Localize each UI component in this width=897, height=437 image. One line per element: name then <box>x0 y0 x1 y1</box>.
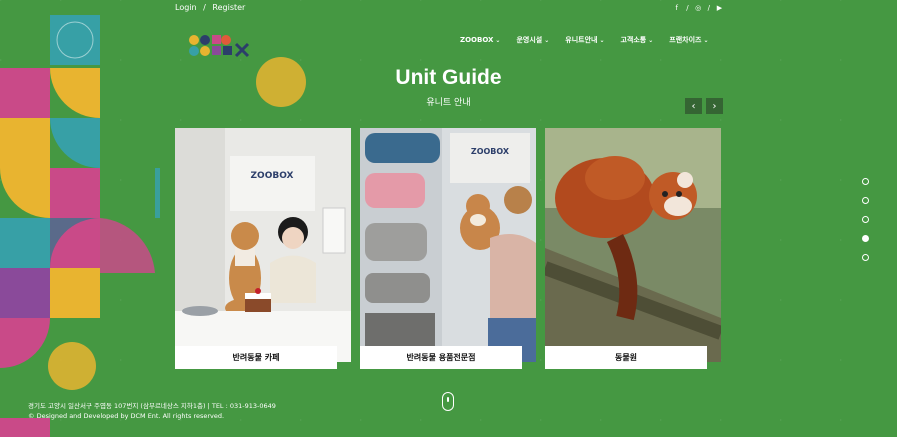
card-label[interactable]: 동물원 <box>545 346 707 369</box>
pagination-dot[interactable] <box>862 178 869 185</box>
social-separator: / <box>707 4 710 12</box>
page-title: Unit Guide <box>395 66 502 89</box>
next-arrow-button[interactable]: › <box>706 98 723 114</box>
nav-label: ZOOBOX <box>460 36 494 44</box>
nav-label: 운영시설 <box>516 36 543 44</box>
prev-arrow-button[interactable]: ‹ <box>685 98 702 114</box>
footer: 경기도 고양시 일산서구 주엽동 107번지 (삼부르네상스 지하1층) | T… <box>28 401 276 421</box>
footer-copyright: © Designed and Developed by DCM Ent. All… <box>28 412 225 420</box>
pet-store-photo: ZOOBOX <box>360 128 536 362</box>
pet-cafe-photo: ZOOBOX <box>175 128 351 362</box>
unit-card-pet-cafe[interactable]: ZOOBOX 반려동물 카페 <box>175 128 351 371</box>
nav-item-zoobox[interactable]: ZOOBOX ⌄ <box>460 35 500 45</box>
auth-links: Login / Register <box>175 3 249 12</box>
zoobox-logo[interactable] <box>188 32 268 58</box>
top-bar: Login / Register f / ◎ / ▶ <box>0 0 897 16</box>
unit-card-pet-store[interactable]: ZOOBOX 반려동물 용품전문점 <box>360 128 536 371</box>
pagination-dot[interactable] <box>862 216 869 223</box>
slide-pagination <box>862 178 869 261</box>
chevron-down-icon: ⌄ <box>544 36 550 44</box>
nav-item-unit-guide[interactable]: 유니트안내 ⌄ <box>565 35 604 45</box>
nav-label: 유니트안내 <box>565 36 598 44</box>
nav-item-customer[interactable]: 고객소통 ⌄ <box>620 35 653 45</box>
main-navigation: ZOOBOX ⌄ 운영시설 ⌄ 유니트안내 ⌄ 고객소통 ⌄ 프랜차이즈 ⌄ <box>460 35 709 45</box>
pagination-dot-active[interactable] <box>862 235 869 242</box>
register-link[interactable]: Register <box>212 3 245 12</box>
scroll-mouse-icon[interactable] <box>442 392 454 411</box>
unit-card-zoo[interactable]: 동물원 <box>545 128 721 371</box>
nav-item-facilities[interactable]: 운영시설 ⌄ <box>516 35 549 45</box>
nav-item-franchise[interactable]: 프랜차이즈 ⌄ <box>669 35 708 45</box>
pagination-dot[interactable] <box>862 254 869 261</box>
chevron-right-icon: › <box>712 100 717 112</box>
page-subtitle: 유니트 안내 <box>426 98 471 108</box>
svg-text:ZOOBOX: ZOOBOX <box>471 147 510 156</box>
chevron-down-icon: ⌄ <box>648 36 654 44</box>
youtube-icon[interactable]: ▶ <box>715 4 724 12</box>
nav-label: 프랜차이즈 <box>669 36 702 44</box>
zoo-photo <box>545 128 721 362</box>
social-separator: / <box>686 4 689 12</box>
slider-arrows: ‹ › <box>685 98 723 114</box>
login-link[interactable]: Login <box>175 3 197 12</box>
instagram-icon[interactable]: ◎ <box>694 4 703 12</box>
pagination-dot[interactable] <box>862 197 869 204</box>
chevron-down-icon: ⌄ <box>599 36 605 44</box>
footer-address: 경기도 고양시 일산서구 주엽동 107번지 (삼부르네상스 지하1층) | T… <box>28 402 276 410</box>
card-label[interactable]: 반려동물 용품전문점 <box>360 346 522 369</box>
card-label[interactable]: 반려동물 카페 <box>175 346 337 369</box>
facebook-icon[interactable]: f <box>672 4 681 12</box>
nav-label: 고객소통 <box>620 36 647 44</box>
chevron-down-icon: ⌄ <box>495 36 501 44</box>
chevron-left-icon: ‹ <box>691 100 696 112</box>
auth-separator: / <box>203 3 206 12</box>
chevron-down-icon: ⌄ <box>703 36 709 44</box>
svg-text:ZOOBOX: ZOOBOX <box>251 171 294 181</box>
social-links: f / ◎ / ▶ <box>672 4 724 12</box>
